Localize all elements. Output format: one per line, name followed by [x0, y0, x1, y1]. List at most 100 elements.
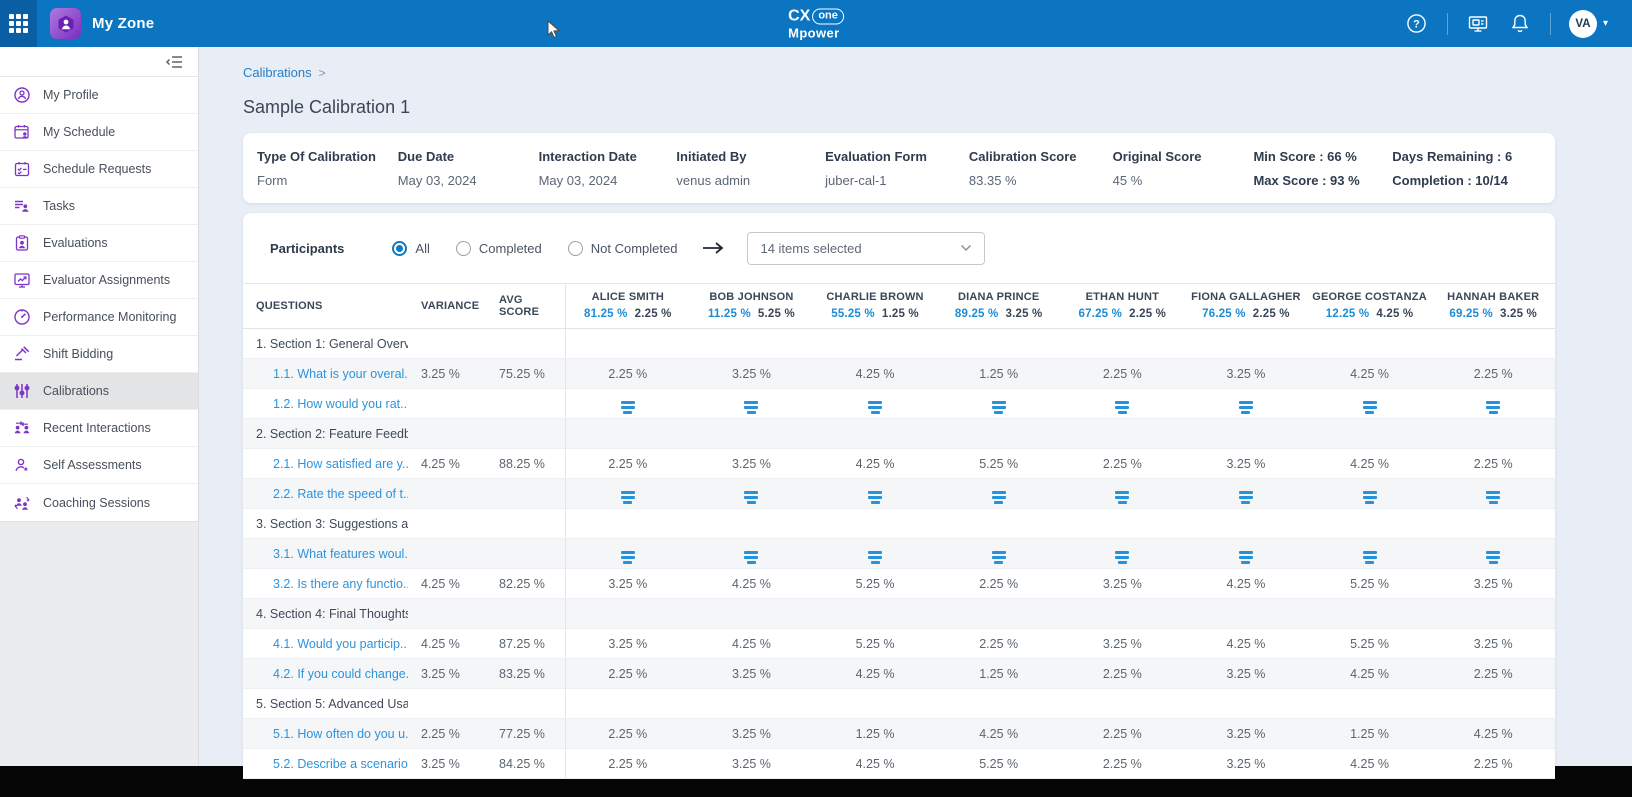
notes-icon[interactable] [744, 401, 758, 414]
question-link[interactable]: 3.1. What features woul... [273, 547, 408, 561]
participant-name: ETHAN HUNT [1061, 289, 1185, 306]
notes-icon[interactable] [1239, 491, 1253, 504]
notifications-bell-icon[interactable] [1508, 12, 1532, 36]
notes-icon[interactable] [621, 551, 635, 564]
score-cell: 2.25 % [1431, 757, 1555, 771]
notes-icon[interactable] [1486, 491, 1500, 504]
radio-button-icon[interactable] [568, 241, 583, 256]
participant-score[interactable]: 89.25 % [955, 308, 999, 320]
score-cell: 2.25 % [566, 727, 690, 741]
participant-score[interactable]: 11.25 % [708, 308, 751, 320]
score-cell: 2.25 % [1061, 457, 1185, 471]
sidebar-item-label: Schedule Requests [43, 162, 151, 176]
sidebar-item-recent-interactions[interactable]: Recent Interactions [0, 410, 198, 447]
radio-button-icon[interactable] [456, 241, 471, 256]
participants-dropdown[interactable]: 14 items selected [747, 232, 985, 265]
score-cell: 2.25 % [566, 367, 690, 381]
avatar-chevron-down-icon[interactable]: ▾ [1603, 18, 1608, 29]
notes-icon[interactable] [1115, 401, 1129, 414]
notes-icon[interactable] [744, 551, 758, 564]
score-cell: 2.25 % [1431, 367, 1555, 381]
notes-icon[interactable] [1239, 401, 1253, 414]
score-cell: 3.25 % [566, 577, 690, 591]
sidebar-item-shift-bidding[interactable]: Shift Bidding [0, 336, 198, 373]
answer-notes-cell [1431, 483, 1555, 504]
question-link[interactable]: 1.2. How would you rat... [273, 397, 408, 411]
radio-all[interactable]: All [392, 241, 429, 256]
calibration-summary-card: Type Of Calibration FormDue Date May 03,… [243, 133, 1555, 203]
person-star-icon [13, 456, 31, 474]
notes-icon[interactable] [992, 401, 1006, 414]
notes-icon[interactable] [621, 491, 635, 504]
gavel-icon [13, 345, 31, 363]
my-zone-icon[interactable] [50, 8, 81, 39]
sidebar-item-evaluations[interactable]: Evaluations [0, 225, 198, 262]
variance-value: 4.25 % [408, 457, 486, 471]
notes-icon[interactable] [868, 401, 882, 414]
notes-icon[interactable] [1486, 401, 1500, 414]
notes-icon[interactable] [1115, 491, 1129, 504]
participant-score[interactable]: 12.25 % [1326, 308, 1370, 320]
notes-icon[interactable] [1363, 401, 1377, 414]
notes-icon[interactable] [992, 551, 1006, 564]
question-link[interactable]: 2.2. Rate the speed of t... [273, 487, 408, 501]
notes-icon[interactable] [868, 491, 882, 504]
notes-icon[interactable] [1363, 491, 1377, 504]
score-cell: 4.25 % [813, 367, 937, 381]
notes-icon[interactable] [992, 491, 1006, 504]
sidebar-item-coaching-sessions[interactable]: Coaching Sessions [0, 484, 198, 521]
question-link[interactable]: 4.2. If you could change... [273, 667, 408, 681]
notes-icon[interactable] [868, 551, 882, 564]
participant-score[interactable]: 81.25 % [584, 308, 628, 320]
summary-field-label: Type Of Calibration [257, 149, 398, 164]
question-link[interactable]: 2.1. How satisfied are y... [273, 457, 408, 471]
help-icon[interactable]: ? [1405, 12, 1429, 36]
participant-name: ALICE SMITH [566, 289, 690, 306]
section-label: 1. Section 1: General Overv... [243, 337, 408, 351]
notes-icon[interactable] [1486, 551, 1500, 564]
question-row: 2.2. Rate the speed of t... [243, 479, 1555, 509]
participant-variance: 3.25 % [1005, 308, 1042, 320]
radio-completed[interactable]: Completed [456, 241, 542, 256]
cxone-mpower-logo: CXone Mpower [788, 8, 844, 39]
section-row: 1. Section 1: General Overv... [243, 329, 1555, 359]
question-link[interactable]: 5.1. How often do you u... [273, 727, 408, 741]
sidebar-collapse-icon[interactable] [165, 54, 184, 70]
participant-score[interactable]: 76.25 % [1202, 308, 1246, 320]
question-link[interactable]: 3.2. Is there any functio... [273, 577, 408, 591]
score-cell: 3.25 % [566, 637, 690, 651]
question-link[interactable]: 1.1. What is your overal... [273, 367, 408, 381]
sidebar-item-my-profile[interactable]: My Profile [0, 77, 198, 114]
notes-icon[interactable] [1239, 551, 1253, 564]
notes-icon[interactable] [744, 491, 758, 504]
participant-score[interactable]: 69.25 % [1449, 308, 1493, 320]
user-avatar[interactable]: VA [1569, 10, 1597, 38]
answer-notes-cell [1431, 393, 1555, 414]
participant-score[interactable]: 55.25 % [831, 308, 875, 320]
participant-header-george-costanza: GEORGE COSTANZA 12.25 %4.25 % [1308, 289, 1432, 323]
screen-share-icon[interactable] [1466, 12, 1490, 36]
radio-not-completed[interactable]: Not Completed [568, 241, 678, 256]
notes-icon[interactable] [1115, 551, 1129, 564]
notes-icon[interactable] [621, 401, 635, 414]
notes-icon[interactable] [1363, 551, 1377, 564]
radio-button-icon[interactable] [392, 241, 407, 256]
score-cell: 3.25 % [1431, 577, 1555, 591]
sidebar-item-tasks[interactable]: Tasks [0, 188, 198, 225]
sidebar-item-evaluator-assignments[interactable]: Evaluator Assignments [0, 262, 198, 299]
sidebar-item-schedule-requests[interactable]: Schedule Requests [0, 151, 198, 188]
participant-score[interactable]: 67.25 % [1079, 308, 1123, 320]
sidebar: My ProfileMy Schedule Schedule Requests Ta… [0, 47, 199, 766]
avg-score-value [486, 509, 566, 538]
breadcrumb-calibrations-link[interactable]: Calibrations [243, 65, 312, 80]
summary-field-type-of-calibration: Type Of Calibration Form [257, 149, 398, 188]
question-link[interactable]: 4.1. Would you particip... [273, 637, 408, 651]
sidebar-item-my-schedule[interactable]: My Schedule [0, 114, 198, 151]
sidebar-item-self-assessments[interactable]: Self Assessments [0, 447, 198, 484]
answer-notes-cell [690, 483, 814, 504]
sidebar-item-performance-monitoring[interactable]: Performance Monitoring [0, 299, 198, 336]
app-launcher-button[interactable] [0, 0, 37, 47]
sidebar-item-calibrations[interactable]: Calibrations [0, 373, 198, 410]
column-header-questions: QUESTIONS [243, 300, 408, 312]
question-link[interactable]: 5.2. Describe a scenario... [273, 757, 408, 771]
